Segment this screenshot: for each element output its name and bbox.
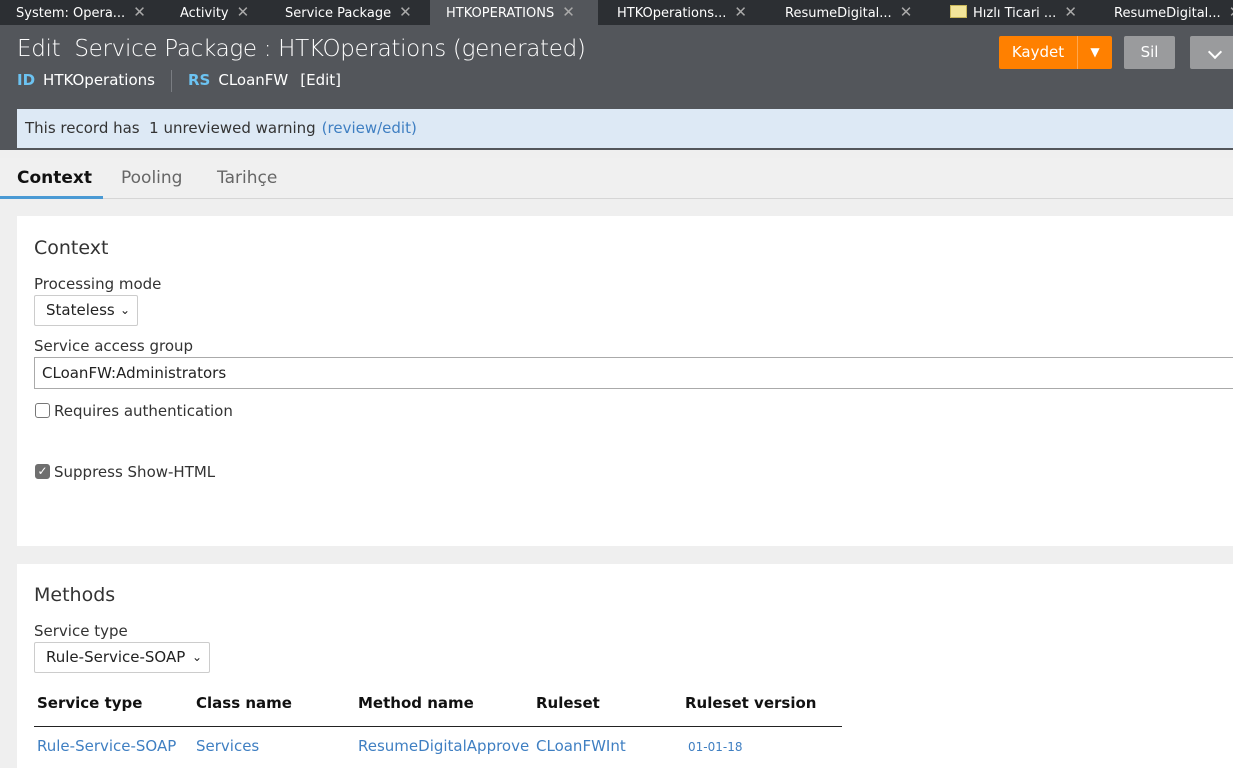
close-icon[interactable]: ✕ bbox=[1229, 0, 1233, 25]
column-header: Method name bbox=[358, 694, 474, 712]
window-tab[interactable]: Service Package ✕ bbox=[269, 0, 412, 25]
chevron-down-icon bbox=[1207, 44, 1223, 60]
warning-text: This record has 1 unreviewed warning bbox=[25, 119, 316, 137]
column-header: Ruleset bbox=[536, 694, 600, 712]
warning-banner: This record has 1 unreviewed warning (rev… bbox=[17, 109, 1233, 148]
processing-mode-select[interactable]: Stateless ⌄ bbox=[34, 295, 138, 326]
delete-button[interactable]: Sil bbox=[1124, 36, 1175, 69]
close-icon[interactable]: ✕ bbox=[734, 0, 747, 25]
checkbox-label: Requires authentication bbox=[54, 402, 233, 420]
tab-label: Hızlı Ticari ... bbox=[973, 6, 1057, 21]
tab-context[interactable]: Context bbox=[0, 158, 103, 199]
save-button[interactable]: Kaydet bbox=[999, 36, 1077, 69]
tab-pooling[interactable]: Pooling bbox=[121, 158, 182, 199]
tab-label: Service Package bbox=[285, 6, 392, 21]
close-icon[interactable]: ✕ bbox=[900, 0, 913, 25]
review-edit-link[interactable]: (review/edit) bbox=[322, 119, 417, 137]
field-label: Service type bbox=[34, 622, 128, 640]
tab-label: ResumeDigital... bbox=[1114, 6, 1221, 21]
ruleset: RS CLoanFW [Edit] bbox=[188, 71, 341, 89]
close-icon[interactable]: ✕ bbox=[237, 0, 250, 25]
rule-tabs: Context Pooling Tarihçe bbox=[0, 158, 1233, 199]
column-header: Class name bbox=[196, 694, 292, 712]
tab-label: ResumeDigital... bbox=[785, 6, 892, 21]
close-icon[interactable]: ✕ bbox=[562, 0, 575, 25]
divider bbox=[34, 726, 842, 727]
chevron-down-icon: ⌄ bbox=[119, 303, 130, 317]
select-value: Stateless bbox=[46, 301, 115, 319]
tab-label: HTKOPERATIONS bbox=[446, 6, 555, 21]
class-name-link[interactable]: Services bbox=[196, 737, 259, 755]
select-value: Rule-Service-SOAP bbox=[46, 648, 186, 666]
window-tab-bar: System: Opera... ✕ Activity ✕ Service Pack… bbox=[0, 0, 1233, 25]
service-access-group-input[interactable]: CLoanFW:Administrators bbox=[34, 357, 1233, 389]
edit-link[interactable]: [Edit] bbox=[300, 71, 341, 89]
save-button-group: Kaydet ▼ bbox=[999, 36, 1112, 69]
close-icon[interactable]: ✕ bbox=[133, 0, 146, 25]
close-icon[interactable]: ✕ bbox=[1064, 0, 1077, 25]
window-tab[interactable]: Activity ✕ bbox=[164, 0, 249, 25]
section-heading: Context bbox=[34, 237, 109, 259]
field-label: Service access group bbox=[34, 337, 194, 355]
window-tab[interactable]: ResumeDigital... ✕ bbox=[1098, 0, 1233, 25]
ruleset-version-link[interactable]: 01-01-18 bbox=[688, 740, 742, 754]
window-tab[interactable]: System: Opera... ✕ bbox=[0, 0, 160, 25]
requires-authentication-checkbox[interactable] bbox=[35, 403, 50, 418]
field-label: Processing mode bbox=[34, 275, 162, 293]
window-tab[interactable]: Hızlı Ticari ... ✕ bbox=[934, 0, 1077, 25]
chevron-down-icon: ⌄ bbox=[191, 650, 202, 664]
window-tab-active[interactable]: HTKOPERATIONS ✕ bbox=[430, 0, 598, 25]
section-heading: Methods bbox=[34, 584, 116, 606]
id-label: ID bbox=[17, 71, 36, 89]
id-value: HTKOperations bbox=[43, 71, 155, 89]
window-tab[interactable]: ResumeDigital... ✕ bbox=[769, 0, 912, 25]
column-header: Ruleset version bbox=[685, 694, 817, 712]
close-icon[interactable]: ✕ bbox=[399, 0, 412, 25]
divider bbox=[171, 70, 172, 92]
column-header: Service type bbox=[37, 694, 143, 712]
ruleset-link[interactable]: CLoanFWInt bbox=[536, 737, 626, 755]
tab-label: Activity bbox=[180, 6, 229, 21]
rs-label: RS bbox=[188, 71, 211, 89]
tab-history[interactable]: Tarihçe bbox=[217, 158, 277, 199]
service-type-select[interactable]: Rule-Service-SOAP ⌄ bbox=[34, 642, 210, 673]
service-type-link[interactable]: Rule-Service-SOAP bbox=[37, 737, 176, 755]
page-title: Edit Service Package : HTKOperations (ge… bbox=[17, 36, 586, 62]
checkbox-label: Suppress Show-HTML bbox=[54, 463, 216, 481]
save-options-dropdown[interactable]: ▼ bbox=[1078, 36, 1112, 69]
rs-value[interactable]: CLoanFW bbox=[218, 71, 288, 89]
suppress-show-html-checkbox[interactable]: ✓ bbox=[35, 464, 50, 479]
window-tab[interactable]: HTKOperations... ✕ bbox=[601, 0, 747, 25]
tab-label: HTKOperations... bbox=[617, 6, 727, 21]
record-id: ID HTKOperations bbox=[17, 71, 155, 89]
method-name-link[interactable]: ResumeDigitalApprove bbox=[358, 737, 529, 755]
more-actions-button[interactable] bbox=[1190, 36, 1233, 69]
folder-icon bbox=[950, 5, 967, 18]
tab-label: System: Opera... bbox=[16, 6, 126, 21]
